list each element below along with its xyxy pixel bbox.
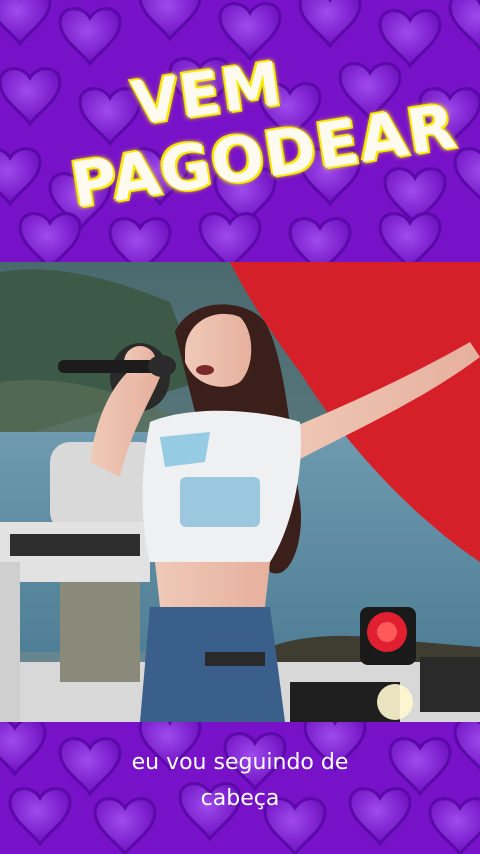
caption: eu vou seguindo de cabeça [0,745,480,817]
caption-line2: cabeça [200,786,280,811]
stage-light-icon [360,607,416,665]
video-scene [0,262,480,722]
overlay-title: VEM PAGODEAR [0,0,480,262]
caption-line1: eu vou seguindo de [131,750,349,775]
video-frame: VEM PAGODEAR eu vou seguindo de cabeça [0,0,480,854]
video-player[interactable] [0,262,480,722]
